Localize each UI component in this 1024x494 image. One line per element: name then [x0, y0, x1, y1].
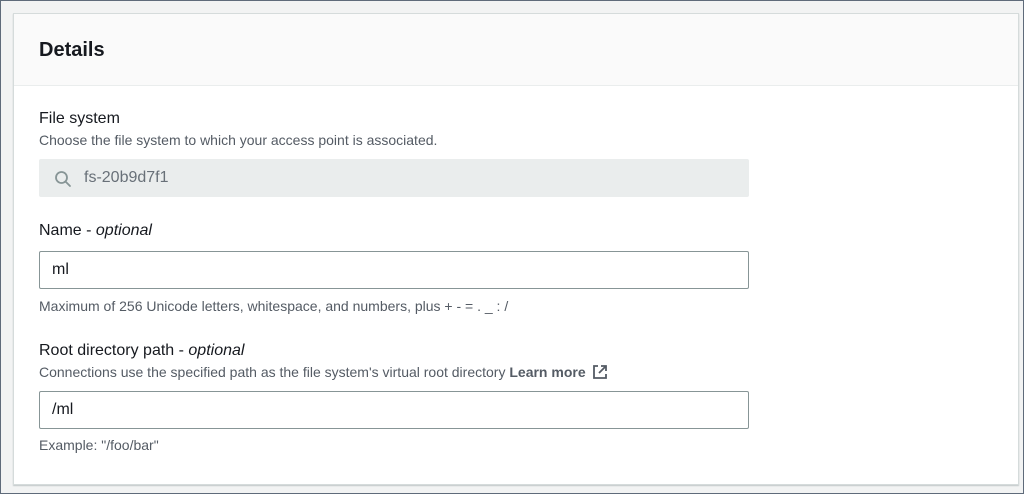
root-path-value: /ml — [52, 401, 74, 418]
root-path-label: Root directory path - optional — [39, 341, 749, 361]
name-input[interactable]: ml — [39, 251, 749, 289]
root-path-description-text: Connections use the specified path as th… — [39, 364, 510, 380]
file-system-value: fs-20b9d7f1 — [84, 169, 169, 186]
name-label: Name - optional — [39, 221, 749, 241]
name-constraint-text: Maximum of 256 Unicode letters, whitespa… — [39, 298, 509, 314]
name-field: Name - optional ml Maximum of 256 Unicod… — [39, 221, 749, 315]
window-frame: Details File system Choose the file syst… — [0, 0, 1024, 494]
details-panel: Details File system Choose the file syst… — [13, 13, 1019, 485]
file-system-field: File system Choose the file system to wh… — [39, 109, 749, 197]
learn-more-link[interactable]: Learn more — [509, 364, 585, 380]
file-system-input[interactable]: fs-20b9d7f1 — [39, 159, 749, 197]
root-path-input[interactable]: /ml — [39, 391, 749, 429]
search-icon — [55, 171, 71, 187]
name-value: ml — [52, 261, 69, 278]
details-title: Details — [39, 39, 105, 61]
file-system-label: File system — [39, 110, 120, 127]
name-optional-label: optional — [95, 222, 152, 239]
root-path-optional-label: optional — [188, 342, 245, 359]
details-header: Details — [14, 14, 1018, 86]
name-label-text: Name - — [39, 222, 96, 239]
root-path-example-text: Example: "/foo/bar" — [39, 437, 159, 453]
root-path-description: Connections use the specified path as th… — [39, 363, 749, 381]
root-path-field: Root directory path - optional Connectio… — [39, 341, 749, 454]
external-link-icon[interactable] — [592, 364, 608, 380]
file-system-description: Choose the file system to which your acc… — [39, 132, 438, 148]
root-path-label-text: Root directory path - — [39, 342, 189, 359]
